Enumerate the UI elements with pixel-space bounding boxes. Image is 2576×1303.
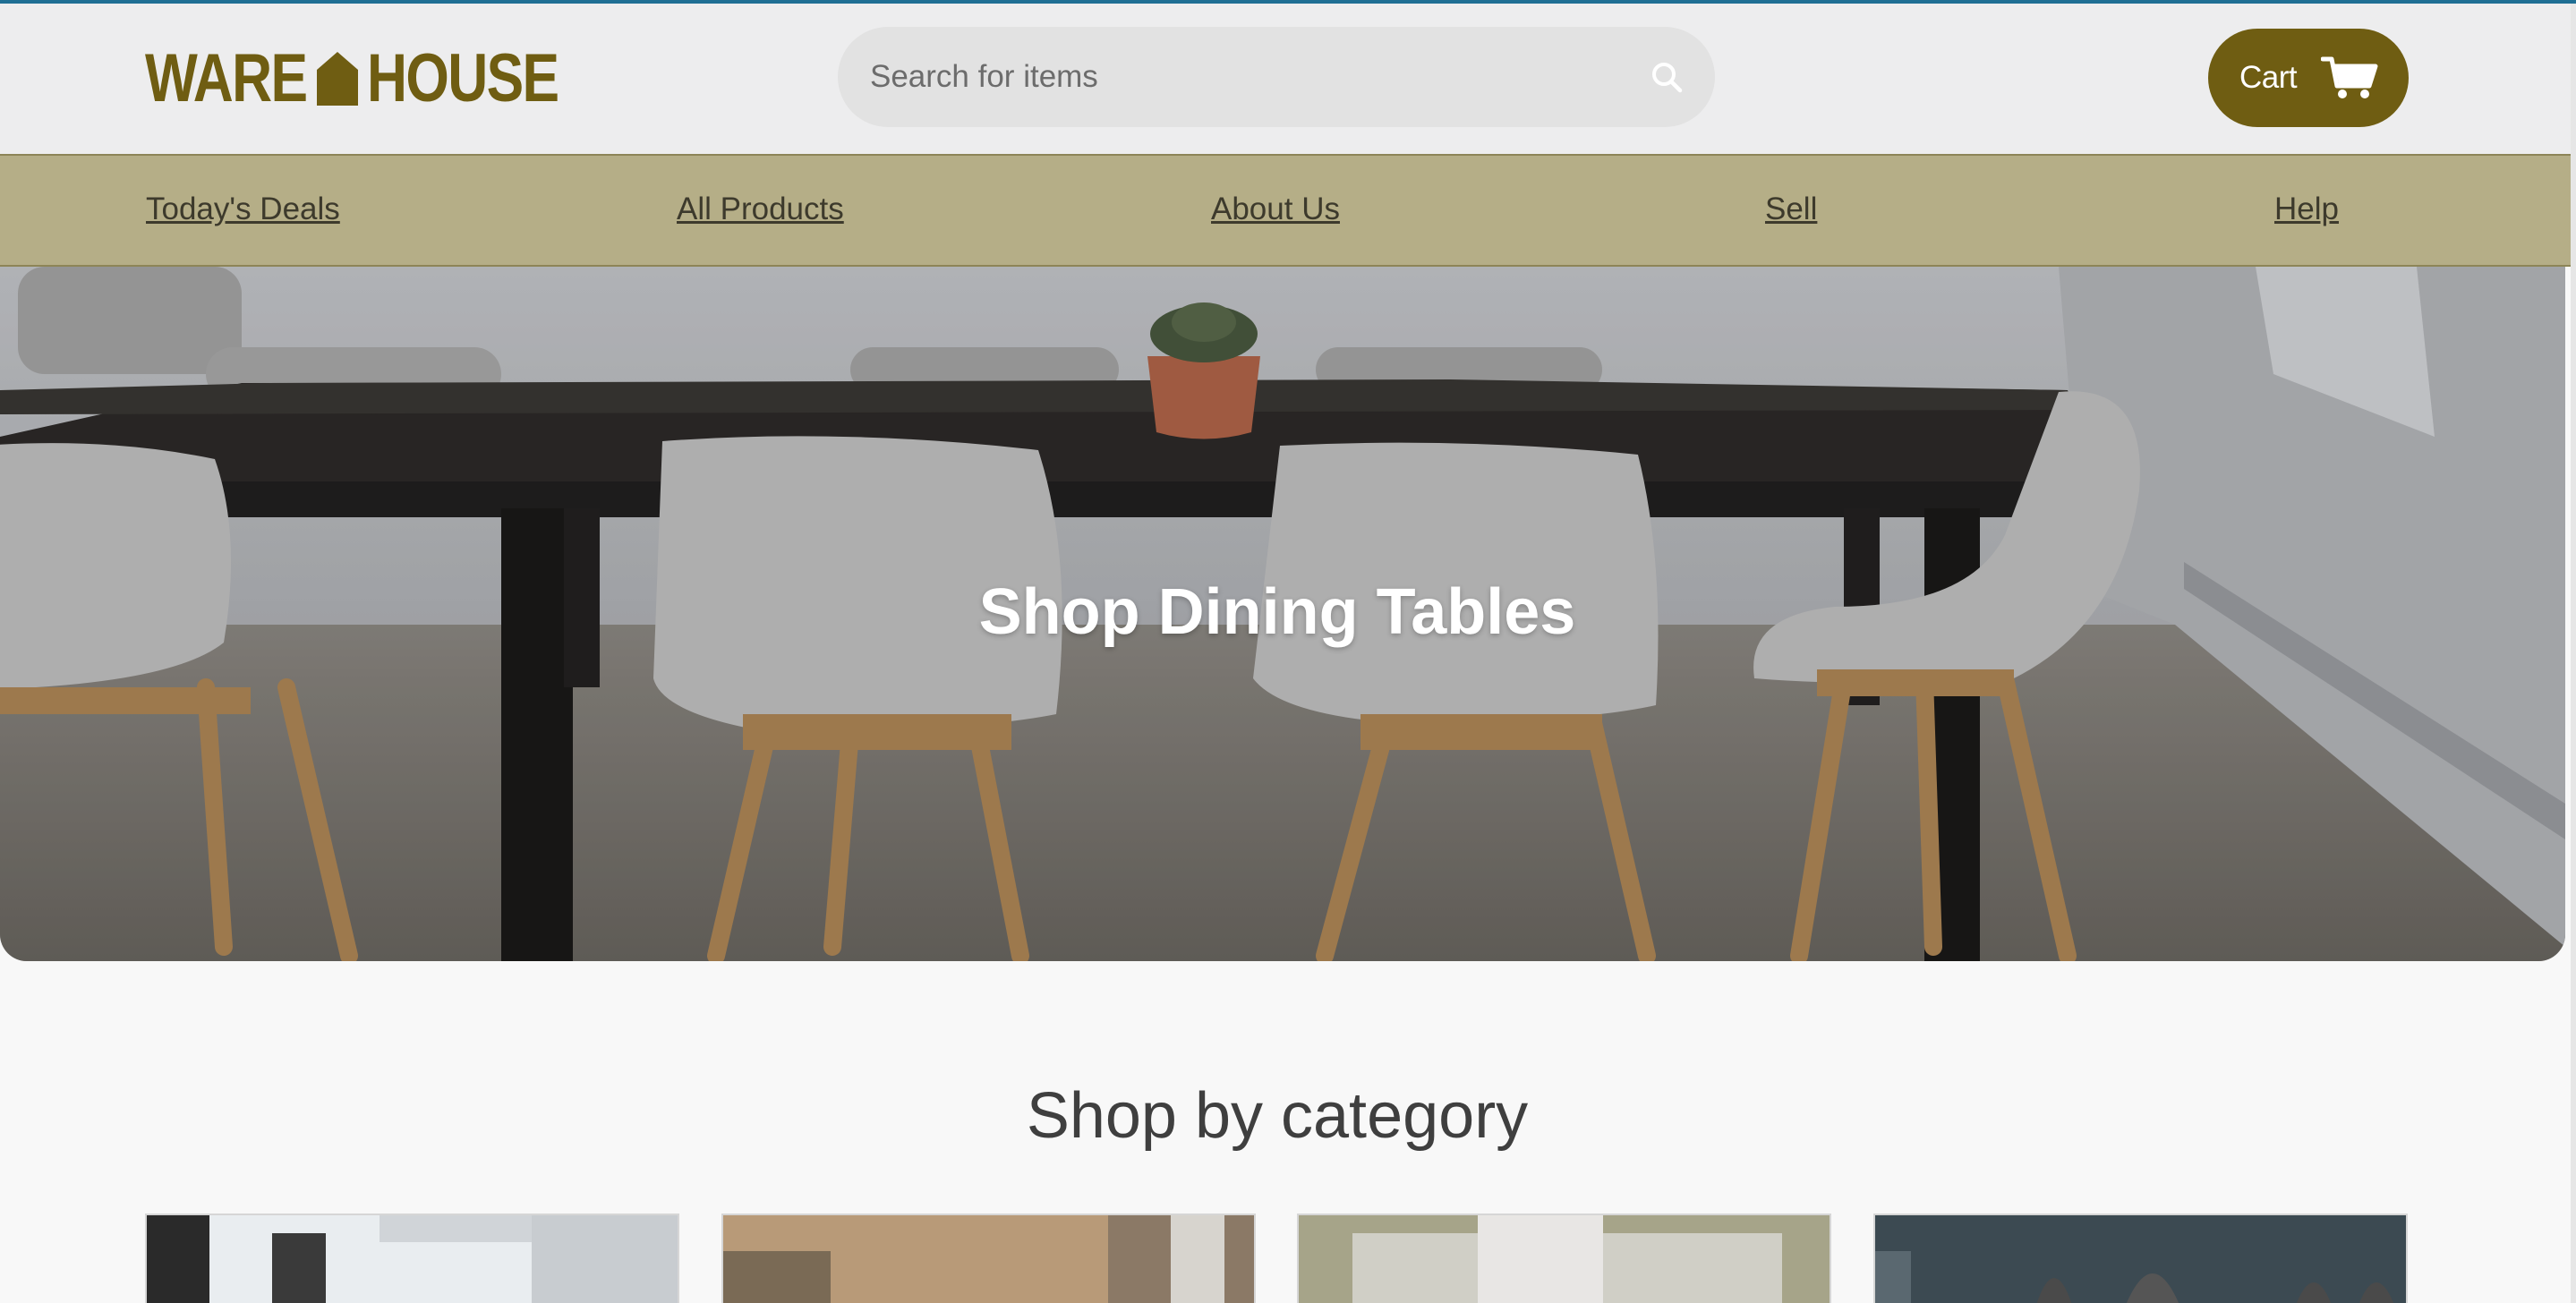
category-card[interactable] — [1873, 1214, 2408, 1303]
cart-label: Cart — [2239, 60, 2298, 95]
site-header: WARE HOUSE Cart — [0, 4, 2576, 154]
hero-title: Shop Dining Tables — [978, 576, 1576, 648]
house-icon — [317, 52, 358, 106]
scrollbar[interactable] — [2571, 4, 2576, 1303]
search-input[interactable] — [870, 50, 1604, 104]
logo[interactable]: WARE HOUSE — [145, 45, 600, 113]
section-title: Shop by category — [1026, 1080, 1529, 1152]
search-icon[interactable] — [1649, 59, 1685, 95]
nav-help[interactable]: Help — [2274, 192, 2339, 227]
logo-text-right: HOUSE — [367, 40, 559, 116]
nav-about-us[interactable]: About Us — [1211, 192, 1340, 227]
search-bar — [838, 27, 1715, 127]
category-card[interactable] — [145, 1214, 679, 1303]
hero-banner[interactable]: Shop Dining Tables — [0, 267, 2565, 961]
nav-all-products[interactable]: All Products — [677, 192, 844, 227]
nav-sell[interactable]: Sell — [1765, 192, 1817, 227]
category-image — [1875, 1215, 2406, 1303]
nav-todays-deals[interactable]: Today's Deals — [146, 192, 340, 227]
category-card[interactable] — [721, 1214, 1256, 1303]
category-image — [1299, 1215, 1830, 1303]
cart-icon — [2321, 56, 2378, 98]
category-image — [723, 1215, 1254, 1303]
logo-text-left: WARE — [145, 40, 308, 116]
cart-button[interactable]: Cart — [2208, 29, 2409, 127]
main-nav: Today's Deals All Products About Us Sell… — [0, 154, 2571, 267]
category-image — [147, 1215, 678, 1303]
page: WARE HOUSE Cart Today's — [0, 0, 2576, 1303]
category-card[interactable] — [1297, 1214, 1831, 1303]
